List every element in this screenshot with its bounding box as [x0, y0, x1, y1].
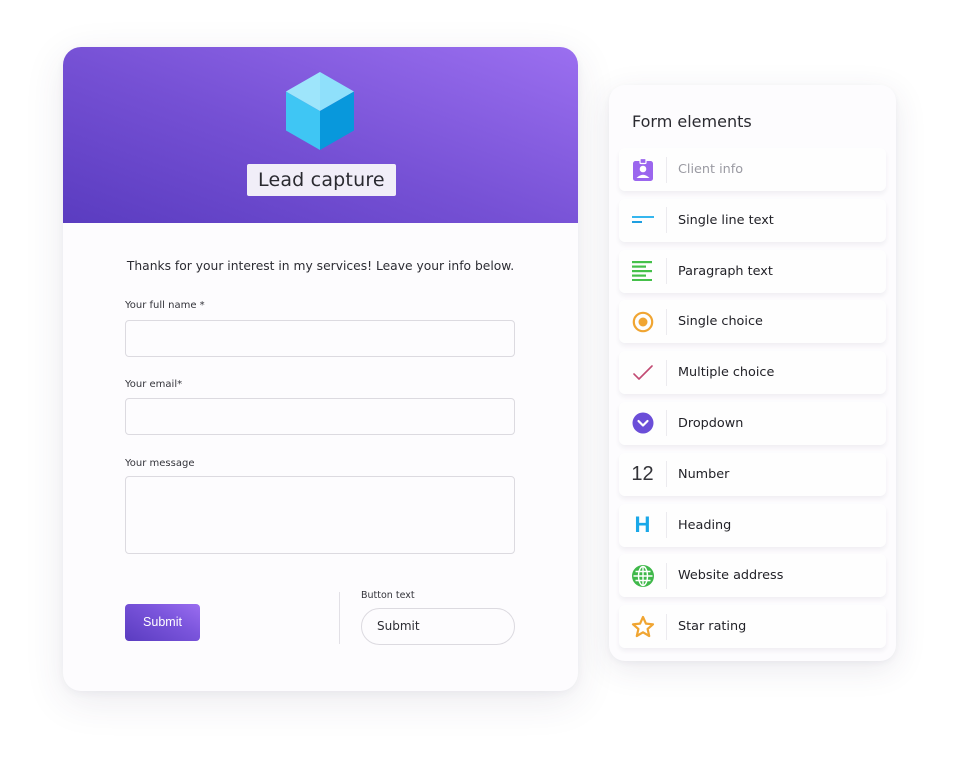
email-input[interactable]: [125, 398, 515, 435]
element-star-rating[interactable]: Star rating: [619, 605, 886, 649]
dropdown-icon: [632, 412, 653, 434]
message-label: Your message: [125, 458, 195, 469]
element-heading[interactable]: H Heading: [619, 503, 886, 547]
element-number[interactable]: 12 Number: [619, 452, 886, 496]
full-name-input[interactable]: [125, 320, 515, 357]
number-icon: 12: [631, 462, 654, 485]
radio-icon: [632, 311, 653, 333]
panel-title: Form elements: [632, 112, 752, 131]
element-label: Heading: [678, 517, 732, 533]
client-info-icon: [632, 157, 653, 181]
email-label: Your email*: [125, 379, 183, 390]
element-paragraph-text[interactable]: Paragraph text: [619, 249, 886, 293]
message-textarea[interactable]: [125, 476, 515, 554]
element-dropdown[interactable]: Dropdown: [619, 401, 886, 445]
element-label: Star rating: [678, 619, 747, 635]
element-website-address[interactable]: Website address: [619, 554, 886, 598]
element-client-info[interactable]: Client info: [619, 148, 886, 191]
single-line-text-icon: [631, 216, 654, 224]
checkmark-icon: [632, 364, 653, 380]
element-label: Client info: [678, 162, 744, 177]
full-name-label: Your full name *: [125, 300, 205, 311]
form-title[interactable]: Lead capture: [247, 164, 396, 196]
button-text-label: Button text: [361, 590, 415, 601]
element-single-choice[interactable]: Single choice: [619, 300, 886, 344]
button-text-input[interactable]: Submit: [361, 608, 515, 645]
globe-icon: [631, 564, 654, 587]
element-label: Single line text: [678, 212, 774, 228]
element-multiple-choice[interactable]: Multiple choice: [619, 351, 886, 395]
element-label: Paragraph text: [678, 263, 773, 279]
element-label: Single choice: [678, 314, 763, 330]
element-label: Number: [678, 466, 730, 482]
form-elements-list: Client info Single line text Paragraph t…: [619, 148, 886, 656]
divider: [339, 592, 340, 644]
heading-icon: H: [634, 512, 651, 538]
cube-logo-icon: [286, 72, 354, 150]
form-elements-panel: Form elements Client info Single line te…: [609, 85, 896, 661]
form-header: Lead capture: [63, 47, 578, 223]
element-label: Website address: [678, 568, 784, 584]
element-label: Dropdown: [678, 415, 744, 431]
paragraph-text-icon: [631, 261, 652, 282]
form-preview-card: Lead capture Thanks for your interest in…: [63, 47, 578, 691]
submit-button[interactable]: Submit: [125, 604, 200, 641]
form-intro-text: Thanks for your interest in my services!…: [126, 259, 515, 273]
element-label: Multiple choice: [678, 365, 775, 381]
star-icon: [631, 615, 654, 637]
element-single-line-text[interactable]: Single line text: [619, 198, 886, 242]
